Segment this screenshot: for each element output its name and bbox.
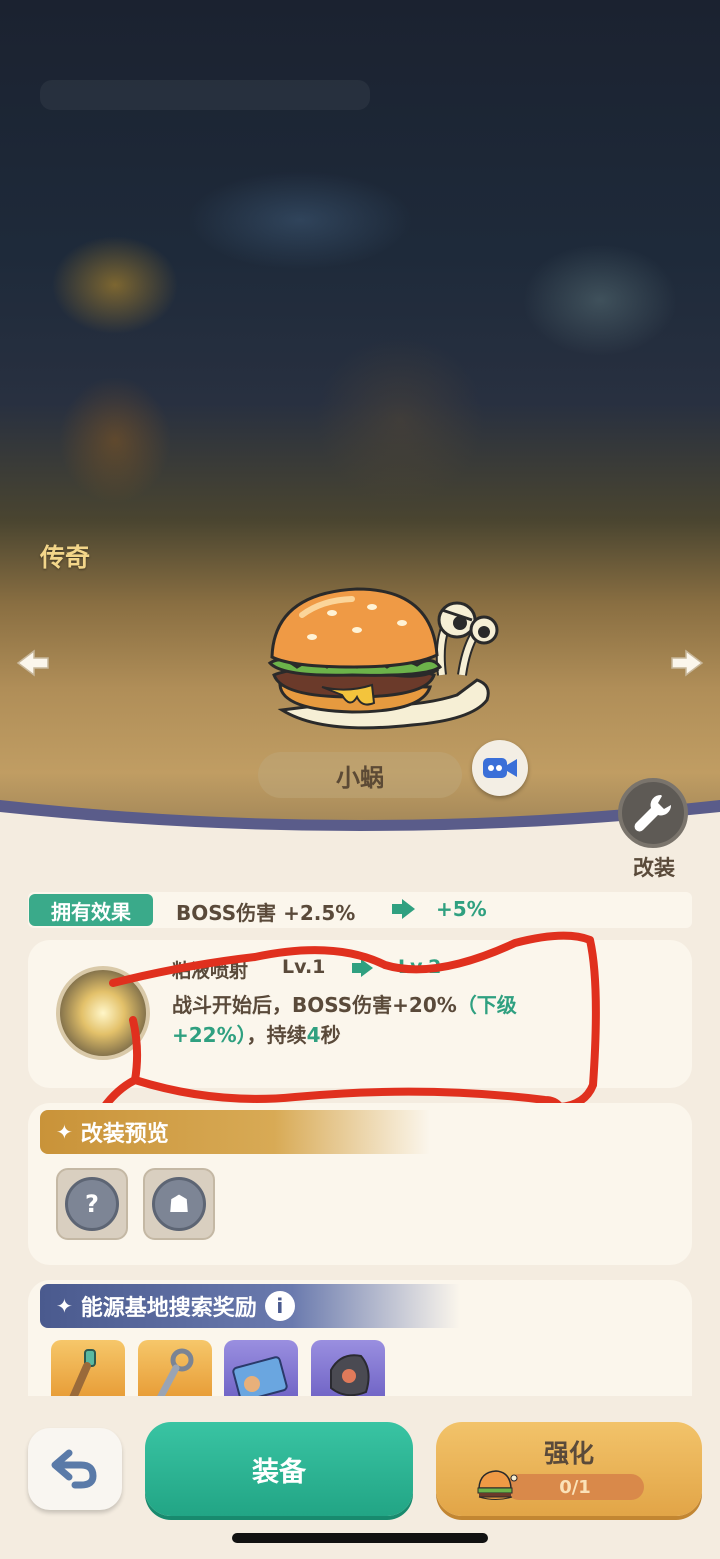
prev-pet-arrow-icon[interactable] <box>16 648 50 678</box>
silver-key-icon <box>156 1348 194 1400</box>
reward-item-green-key[interactable] <box>51 1340 125 1400</box>
modify-label[interactable]: 改装 <box>618 852 690 882</box>
enhance-button[interactable]: 强化 0/1 <box>436 1422 702 1516</box>
modify-preview-title: 改装预览 <box>80 1122 169 1147</box>
dark-gem-icon <box>330 1354 370 1397</box>
info-icon[interactable]: i <box>264 1291 295 1321</box>
search-rewards-title: 能源基地搜索奖励 <box>80 1296 257 1321</box>
robot-chip-icon: ☗ <box>152 1177 206 1231</box>
red-annotation-scribble <box>96 931 600 1117</box>
preview-chip-2[interactable]: ☗ <box>143 1168 215 1240</box>
next-pet-arrow-icon[interactable] <box>670 648 704 678</box>
owned-effect-tag: 拥有效果 <box>29 894 153 926</box>
video-camera-icon <box>483 758 517 778</box>
sparkle-icon: ✦ <box>56 1294 73 1318</box>
wrench-icon <box>634 794 672 832</box>
green-key-icon <box>69 1349 96 1400</box>
modify-button[interactable] <box>618 778 688 848</box>
back-arrow-icon <box>51 1449 97 1489</box>
owned-effect-current: BOSS伤害 +2.5% <box>176 901 356 925</box>
burger-snail-mini-icon <box>477 1470 518 1500</box>
video-preview-button[interactable] <box>472 740 528 796</box>
card-ticket-icon <box>232 1356 288 1400</box>
blurred-scene-text <box>40 80 370 110</box>
sparkle-icon: ✦ <box>56 1120 73 1144</box>
rarity-label: 传奇 <box>40 543 91 572</box>
modify-preview-header: ✦ 改装预览 <box>40 1110 430 1154</box>
owned-effect-next: +5% <box>436 897 487 921</box>
reward-item-dark-gem[interactable] <box>311 1340 385 1400</box>
upgrade-arrow-icon <box>392 899 415 919</box>
preview-chip-1[interactable]: ? <box>56 1168 128 1240</box>
enhance-label: 强化 <box>543 1439 594 1468</box>
equip-button[interactable]: 装备 <box>145 1422 413 1516</box>
back-button[interactable] <box>28 1428 122 1510</box>
search-rewards-header: ✦ 能源基地搜索奖励 i <box>40 1284 460 1328</box>
reward-item-silver-key[interactable] <box>138 1340 212 1400</box>
reward-item-card-ticket[interactable] <box>224 1340 298 1400</box>
home-indicator <box>232 1533 488 1543</box>
question-chip-icon: ? <box>65 1177 119 1231</box>
enhance-progress: 0/1 <box>506 1474 644 1500</box>
burger-snail-pet-image <box>267 587 499 730</box>
